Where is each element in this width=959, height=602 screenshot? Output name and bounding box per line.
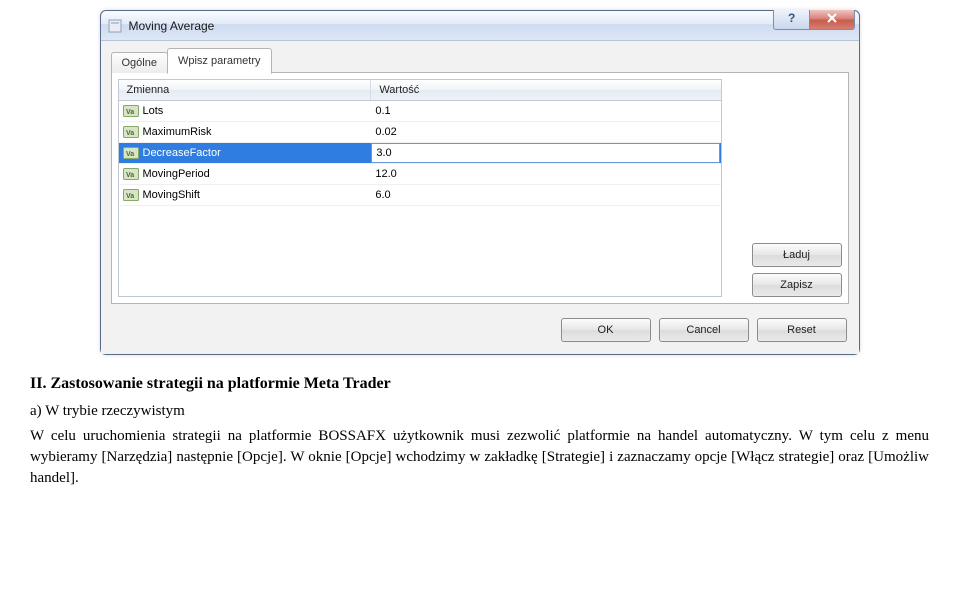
variable-type-icon: Va: [123, 146, 139, 160]
variable-type-icon: Va: [123, 188, 139, 202]
table-blank-area: [119, 206, 721, 296]
svg-text:Va: Va: [126, 130, 134, 137]
dialog-bottom-buttons: OK Cancel Reset: [111, 314, 849, 344]
variable-type-icon: Va: [123, 167, 139, 181]
param-name: MovingShift: [143, 189, 200, 201]
dialog-titlebar[interactable]: Moving Average ?: [101, 11, 859, 41]
svg-text:Va: Va: [126, 172, 134, 179]
dialog-icon: [107, 18, 123, 34]
dialog-title: Moving Average: [129, 19, 215, 33]
dialog-body: Ogólne Wpisz parametry Zmienna Wartość: [101, 41, 859, 354]
doc-heading: II. Zastosowanie strategii na platformie…: [30, 375, 929, 393]
doc-subheading: a) W trybie rzeczywistym: [30, 403, 929, 420]
close-icon: [826, 12, 838, 27]
tab-panel-parameters: Zmienna Wartość Va Lots 0.1: [111, 72, 849, 304]
close-button[interactable]: [809, 10, 855, 30]
param-value: 0.1: [375, 105, 390, 117]
param-value-editor[interactable]: [371, 143, 720, 163]
svg-text:Va: Va: [126, 109, 134, 116]
help-button[interactable]: ?: [773, 10, 809, 30]
table-row[interactable]: Va Lots 0.1: [119, 101, 721, 122]
table-row[interactable]: Va MaximumRisk 0.02: [119, 122, 721, 143]
doc-paragraph: W celu uruchomienia strategii na platfor…: [30, 426, 929, 489]
svg-text:Va: Va: [126, 151, 134, 158]
param-value: 0.02: [375, 126, 396, 138]
ok-button[interactable]: OK: [561, 318, 651, 342]
cancel-button[interactable]: Cancel: [659, 318, 749, 342]
svg-text:?: ?: [788, 11, 795, 25]
table-row[interactable]: Va MovingShift 6.0: [119, 185, 721, 206]
param-value: 12.0: [375, 168, 396, 180]
param-name: MaximumRisk: [143, 126, 212, 138]
parameter-table: Zmienna Wartość Va Lots 0.1: [118, 79, 722, 297]
param-name: DecreaseFactor: [143, 147, 221, 159]
table-row[interactable]: Va MovingPeriod 12.0: [119, 164, 721, 185]
variable-type-icon: Va: [123, 125, 139, 139]
svg-text:Va: Va: [126, 193, 134, 200]
tabs: Ogólne Wpisz parametry: [111, 48, 849, 73]
param-name: MovingPeriod: [143, 168, 210, 180]
table-header: Zmienna Wartość: [119, 80, 721, 101]
save-button[interactable]: Zapisz: [752, 273, 842, 297]
table-row-selected[interactable]: Va DecreaseFactor: [119, 143, 721, 164]
col-variable[interactable]: Zmienna: [119, 80, 372, 100]
param-name: Lots: [143, 105, 164, 117]
help-icon: ?: [785, 11, 797, 28]
load-button[interactable]: Ładuj: [752, 243, 842, 267]
col-value[interactable]: Wartość: [371, 80, 720, 100]
moving-average-dialog: Moving Average ? Ogólne Wpisz parametry: [100, 10, 860, 355]
param-value: 6.0: [375, 189, 390, 201]
variable-type-icon: Va: [123, 104, 139, 118]
tab-parameters[interactable]: Wpisz parametry: [167, 48, 272, 74]
tab-general[interactable]: Ogólne: [111, 52, 168, 73]
reset-button[interactable]: Reset: [757, 318, 847, 342]
